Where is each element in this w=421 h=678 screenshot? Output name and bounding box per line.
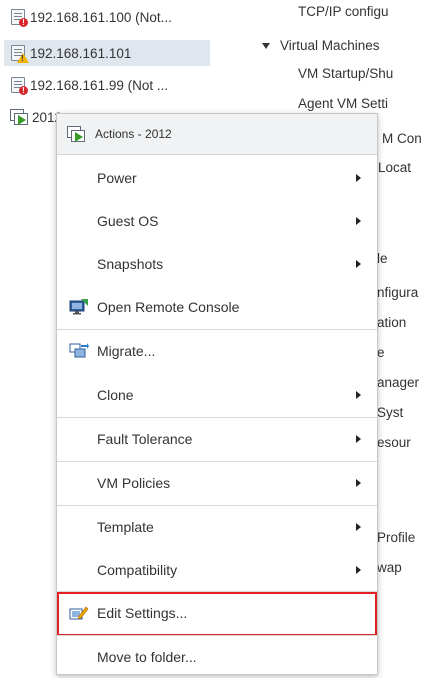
nav-item-partial[interactable]: ation — [377, 313, 406, 333]
submenu-arrow-icon — [356, 174, 361, 182]
nav-item-virtual-machines[interactable]: Virtual Machines — [262, 36, 380, 56]
tree-item-host-100[interactable]: ! 192.168.161.100 (Not... — [4, 4, 210, 30]
menu-header: Actions - 2012 — [57, 114, 377, 155]
menu-item-power[interactable]: Power — [57, 157, 377, 199]
caret-down-icon[interactable] — [262, 43, 270, 50]
menu-item-compatibility[interactable]: Compatibility — [57, 549, 377, 591]
menu-item-snapshots[interactable]: Snapshots — [57, 243, 377, 285]
submenu-arrow-icon — [356, 435, 361, 443]
nav-item-label: Locat — [378, 160, 412, 175]
tree-item-host-99[interactable]: ! 192.168.161.99 (Not ... — [4, 72, 210, 98]
host-warning-icon — [10, 44, 29, 63]
nav-item-label: esour — [377, 435, 411, 450]
tree-item-label: 192.168.161.100 (Not... — [30, 9, 172, 25]
menu-item-label: Clone — [97, 387, 134, 403]
nav-item-label: Syst — [377, 405, 404, 420]
nav-item-label: nfigura — [377, 285, 419, 300]
menu-title: Actions - 2012 — [95, 127, 172, 141]
menu-item-template[interactable]: Template — [57, 506, 377, 548]
tree-item-label: 192.168.161.101 — [30, 45, 132, 61]
submenu-arrow-icon — [356, 566, 361, 574]
menu-item-label: Migrate... — [97, 343, 156, 359]
remote-console-icon — [69, 299, 88, 315]
migrate-icon — [69, 343, 89, 358]
menu-item-vm-policies[interactable]: VM Policies — [57, 462, 377, 504]
submenu-arrow-icon — [356, 391, 361, 399]
submenu-arrow-icon — [356, 260, 361, 268]
nav-item-partial[interactable]: Syst — [377, 403, 403, 423]
menu-item-label: Template — [97, 519, 154, 535]
host-error-icon: ! — [10, 8, 28, 27]
menu-item-open-remote-console[interactable]: Open Remote Console — [57, 286, 377, 328]
nav-item-label: M Con — [382, 131, 421, 146]
nav-item-tcpip[interactable]: TCP/IP configu — [298, 2, 389, 22]
nav-item-label: anager — [377, 375, 420, 390]
actions-context-menu: Actions - 2012 Power Guest OS Snapshots … — [56, 113, 378, 675]
menu-item-label: VM Policies — [97, 475, 171, 491]
menu-item-guest-os[interactable]: Guest OS — [57, 200, 377, 242]
vm-powered-on-icon — [67, 126, 85, 142]
menu-item-label: Guest OS — [97, 213, 159, 229]
submenu-arrow-icon — [356, 523, 361, 531]
nav-item-vm-startup[interactable]: VM Startup/Shu — [298, 64, 393, 84]
menu-item-label: Power — [97, 170, 137, 186]
nav-item-partial[interactable]: wap — [377, 558, 402, 578]
menu-item-fault-tolerance[interactable]: Fault Tolerance — [57, 418, 377, 460]
nav-item-label: TCP/IP configu — [298, 4, 389, 19]
menu-item-clone[interactable]: Clone — [57, 374, 377, 416]
menu-item-label: Compatibility — [97, 562, 178, 578]
submenu-arrow-icon — [356, 479, 361, 487]
tree-item-host-101[interactable]: 192.168.161.101 — [4, 40, 210, 66]
nav-item-partial[interactable]: Profile — [377, 528, 415, 548]
nav-item-partial[interactable]: e — [377, 343, 385, 363]
menu-item-label: Snapshots — [97, 256, 164, 272]
host-error-icon: ! — [10, 76, 28, 95]
menu-item-move-to-folder[interactable]: Move to folder... — [57, 636, 377, 678]
nav-item-partial[interactable]: le — [377, 249, 388, 269]
nav-item-label: VM Startup/Shu — [298, 66, 394, 81]
submenu-arrow-icon — [356, 217, 361, 225]
nav-item-partial[interactable]: anager — [377, 373, 419, 393]
nav-item-label: ation — [377, 315, 407, 330]
nav-item-label: Profile — [377, 530, 416, 545]
menu-item-label: Move to folder... — [97, 649, 197, 665]
edit-settings-highlight-box — [57, 592, 377, 636]
nav-item-label: e — [377, 345, 385, 360]
nav-item-partial[interactable]: esour — [377, 433, 411, 453]
vm-powered-on-icon — [10, 109, 28, 125]
nav-item-partial[interactable]: M Con — [382, 129, 421, 149]
nav-item-agent-vm[interactable]: Agent VM Setti — [298, 94, 388, 114]
tree-item-label: 192.168.161.99 (Not ... — [30, 77, 169, 93]
nav-item-partial[interactable]: nfigura — [377, 283, 418, 303]
nav-item-partial[interactable]: Locat — [378, 158, 411, 178]
nav-item-label: le — [377, 251, 388, 266]
nav-item-label: wap — [377, 560, 402, 575]
menu-item-label: Open Remote Console — [97, 299, 240, 315]
nav-item-label: Virtual Machines — [280, 38, 380, 53]
nav-item-label: Agent VM Setti — [298, 96, 389, 111]
menu-item-label: Fault Tolerance — [97, 431, 193, 447]
menu-item-migrate[interactable]: Migrate... — [57, 330, 377, 372]
